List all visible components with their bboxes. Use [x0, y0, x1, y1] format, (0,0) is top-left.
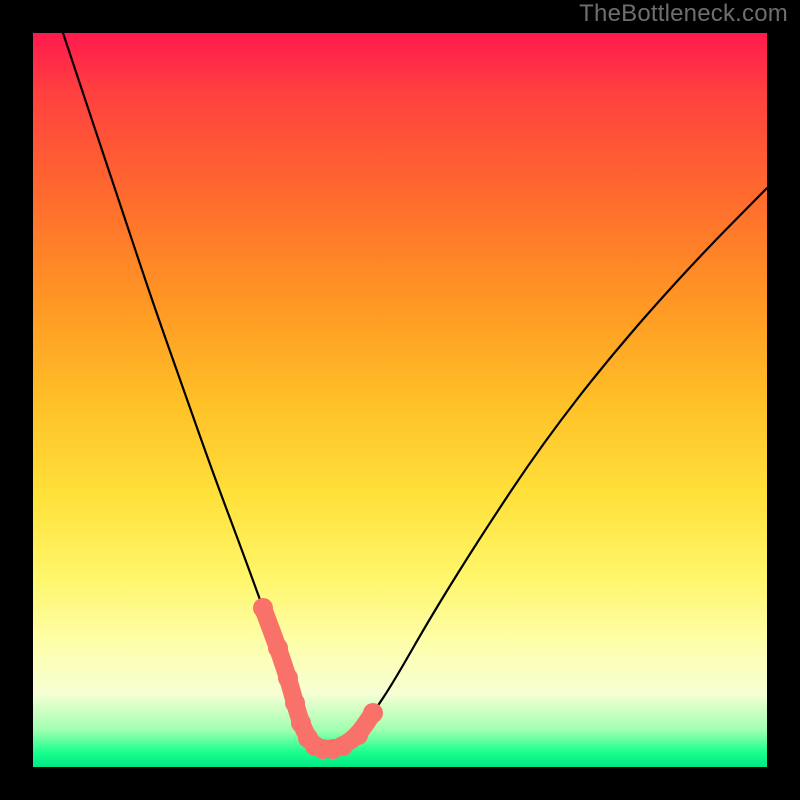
plot-area [33, 33, 767, 767]
valley-dot [278, 668, 298, 688]
bottleneck-curve [63, 33, 767, 749]
valley-dot [348, 725, 368, 745]
valley-dot [268, 638, 288, 658]
valley-dot [285, 693, 305, 713]
valley-dot [253, 598, 273, 618]
chart-container: TheBottleneck.com [0, 0, 800, 800]
curve-svg [33, 33, 767, 767]
watermark-text: TheBottleneck.com [579, 0, 788, 28]
valley-dot [363, 703, 383, 723]
